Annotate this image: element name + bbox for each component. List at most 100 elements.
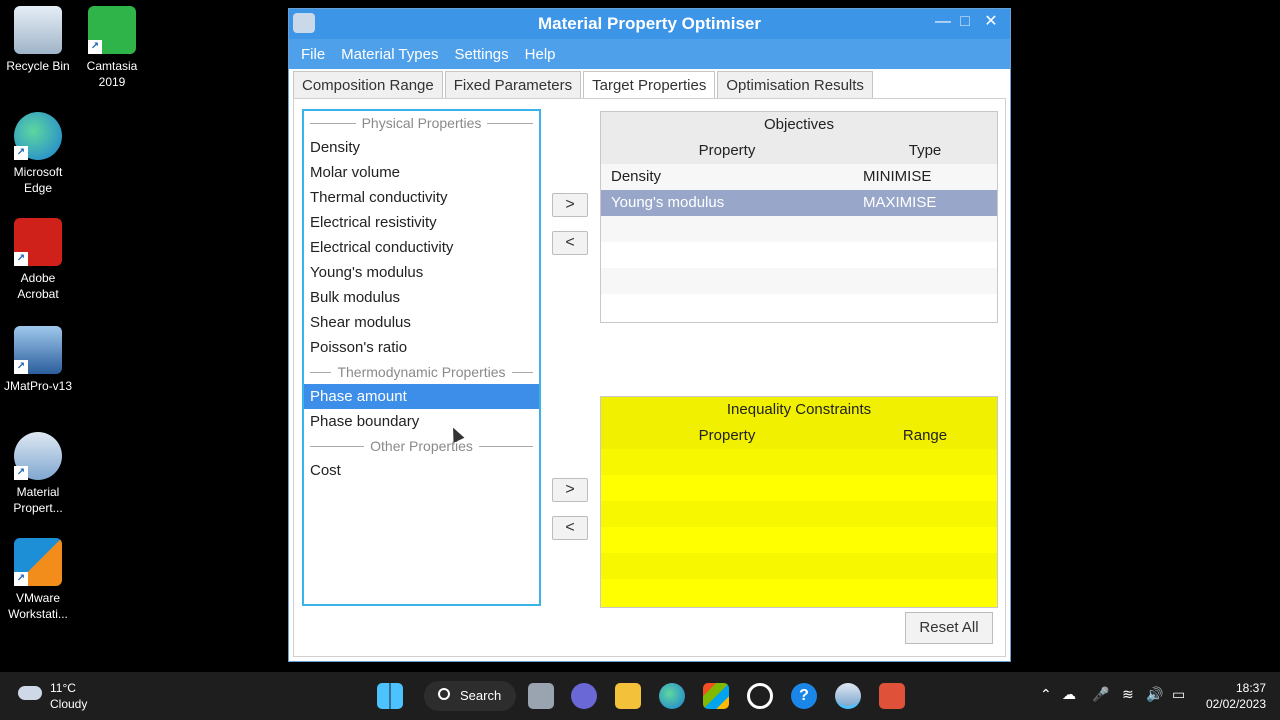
table-row-empty[interactable]: [601, 553, 997, 579]
volume-icon[interactable]: 🔊: [1146, 686, 1163, 703]
tab-target-properties[interactable]: Target Properties: [583, 71, 716, 99]
list-item[interactable]: Density: [304, 135, 539, 160]
group-header: Thermodynamic Properties: [304, 360, 539, 384]
menu-help[interactable]: Help: [517, 46, 564, 63]
date: 02/02/2023: [1205, 697, 1266, 711]
desktop-icon-recycle-bin[interactable]: Recycle Bin: [0, 6, 76, 74]
battery-icon[interactable]: ▭: [1172, 686, 1185, 703]
constraints-table[interactable]: Inequality Constraints Property Range: [600, 396, 998, 608]
weather-temp: 11°C: [50, 681, 76, 695]
desktop-icon-edge[interactable]: ↗ Microsoft Edge: [0, 112, 76, 196]
table-row[interactable]: Density MINIMISE: [601, 164, 997, 190]
maximize-button[interactable]: □: [954, 11, 976, 33]
table-row-empty[interactable]: [601, 268, 997, 294]
tab-fixed-parameters[interactable]: Fixed Parameters: [444, 71, 582, 98]
search-icon: [438, 688, 450, 700]
title-bar: Material Property Optimiser — □ ✕: [289, 9, 1010, 39]
desktop-icon-label: Recycle Bin: [6, 59, 70, 73]
column-header-range[interactable]: Range: [853, 423, 997, 449]
constraints-title: Inequality Constraints: [601, 397, 997, 423]
desktop-icon-label: Material Propert...: [13, 485, 63, 515]
list-item[interactable]: Molar volume: [304, 160, 539, 185]
microphone-icon[interactable]: 🎤: [1092, 686, 1109, 703]
edge-icon[interactable]: [659, 683, 685, 709]
property-list[interactable]: Physical Properties Density Molar volume…: [302, 109, 541, 606]
material-property-icon: ↗: [14, 432, 62, 480]
cell-property: Young's modulus: [611, 194, 725, 211]
list-item[interactable]: Electrical conductivity: [304, 235, 539, 260]
search-box[interactable]: Search: [424, 681, 516, 711]
table-row-empty[interactable]: [601, 216, 997, 242]
list-item[interactable]: Phase boundary: [304, 409, 539, 434]
remove-objective-button[interactable]: <: [552, 231, 588, 255]
table-row-empty[interactable]: [601, 579, 997, 605]
list-item[interactable]: Young's modulus: [304, 260, 539, 285]
camtasia-icon[interactable]: [879, 683, 905, 709]
add-objective-button[interactable]: >: [552, 193, 588, 217]
menu-file[interactable]: File: [293, 46, 333, 63]
cell-property: Density: [611, 168, 662, 185]
chevron-up-icon[interactable]: ⌃: [1040, 686, 1052, 703]
app-window: Material Property Optimiser — □ ✕ File M…: [288, 8, 1011, 662]
desktop-icon-label: JMatPro-v13: [3, 379, 73, 393]
table-row-empty[interactable]: [601, 501, 997, 527]
list-item[interactable]: Shear modulus: [304, 310, 539, 335]
desktop-icon-acrobat[interactable]: ↗ Adobe Acrobat: [0, 218, 76, 302]
clock[interactable]: 18:37 02/02/2023: [1206, 680, 1266, 712]
wifi-icon[interactable]: ≋: [1122, 686, 1134, 703]
cell-type: MAXIMISE: [863, 194, 937, 211]
list-item-selected[interactable]: Phase amount: [304, 384, 539, 409]
remove-constraint-button[interactable]: <: [552, 516, 588, 540]
file-explorer-icon[interactable]: [615, 683, 641, 709]
tab-composition-range[interactable]: Composition Range: [293, 71, 443, 98]
cell-type: MINIMISE: [863, 168, 932, 185]
add-constraint-button[interactable]: >: [552, 478, 588, 502]
list-item[interactable]: Electrical resistivity: [304, 210, 539, 235]
help-icon[interactable]: ?: [791, 683, 817, 709]
search-label: Search: [460, 688, 502, 703]
onedrive-icon[interactable]: ☁: [1062, 686, 1076, 703]
taskbar: 11°C Cloudy Search ? ⌃ ☁ 🎤 ≋ 🔊 ▭ 18:37 0…: [0, 672, 1280, 720]
list-item[interactable]: Cost: [304, 458, 539, 483]
store-icon[interactable]: [703, 683, 729, 709]
list-item[interactable]: Bulk modulus: [304, 285, 539, 310]
desktop-icon-label: VMware Workstati...: [8, 591, 68, 621]
desktop-icon-camtasia[interactable]: ↗ Camtasia 2019: [74, 6, 150, 90]
vmware-icon: ↗: [14, 538, 62, 586]
table-row-empty[interactable]: [601, 242, 997, 268]
group-header: Physical Properties: [304, 111, 539, 135]
task-view-icon[interactable]: [528, 683, 554, 709]
objectives-table[interactable]: Objectives Property Type Density MINIMIS…: [600, 111, 998, 323]
desktop-icon-vmware[interactable]: ↗ VMware Workstati...: [0, 538, 76, 622]
start-icon[interactable]: [377, 683, 403, 709]
constraints-rows: [601, 449, 997, 605]
constraints-header: Property Range: [601, 423, 997, 449]
material-property-icon[interactable]: [835, 683, 861, 709]
desktop-icon-jmatpro[interactable]: ↗ JMatPro-v13: [0, 326, 76, 394]
weather-widget[interactable]: 11°C Cloudy: [18, 680, 87, 712]
time: 18:37: [1235, 681, 1266, 695]
table-row-empty[interactable]: [601, 449, 997, 475]
weather-desc: Cloudy: [50, 697, 88, 711]
teams-chat-icon[interactable]: [571, 683, 597, 709]
close-button[interactable]: ✕: [980, 11, 1002, 33]
column-header-type[interactable]: Type: [853, 138, 997, 164]
menu-material-types[interactable]: Material Types: [333, 46, 446, 63]
column-header-property[interactable]: Property: [601, 423, 853, 449]
table-row-selected[interactable]: Young's modulus MAXIMISE: [601, 190, 997, 216]
list-item[interactable]: Thermal conductivity: [304, 185, 539, 210]
list-item[interactable]: Poisson's ratio: [304, 335, 539, 360]
reset-all-button[interactable]: Reset All: [905, 612, 993, 644]
desktop-icon-label: Camtasia 2019: [86, 59, 138, 89]
minimize-button[interactable]: —: [932, 11, 954, 33]
column-header-property[interactable]: Property: [601, 138, 853, 164]
app-icon[interactable]: [747, 683, 773, 709]
edge-icon: ↗: [14, 112, 62, 160]
table-row-empty[interactable]: [601, 527, 997, 553]
desktop-icon-material-property[interactable]: ↗ Material Propert...: [0, 432, 76, 516]
menu-settings[interactable]: Settings: [446, 46, 516, 63]
objectives-title: Objectives: [601, 112, 997, 138]
table-row-empty[interactable]: [601, 475, 997, 501]
menu-bar: File Material Types Settings Help: [289, 39, 1010, 69]
tab-optimisation-results[interactable]: Optimisation Results: [717, 71, 873, 98]
